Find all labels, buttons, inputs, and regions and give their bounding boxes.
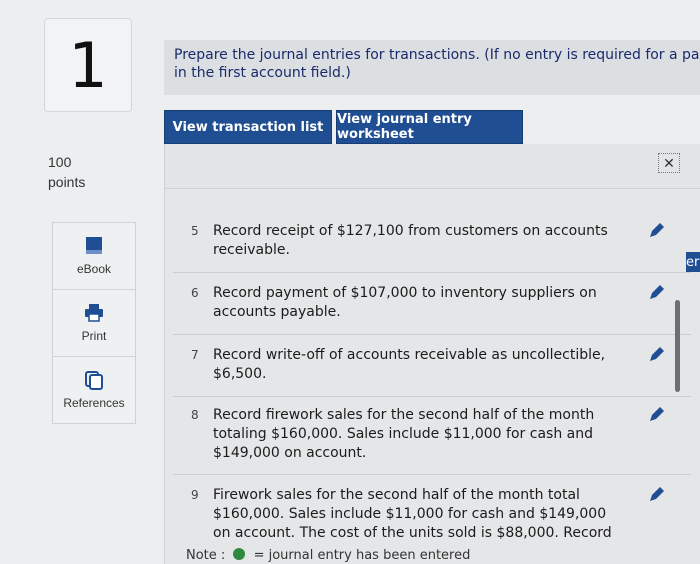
points-info: 100 points — [48, 152, 85, 192]
transaction-number: 7 — [191, 348, 199, 362]
ebook-button[interactable]: eBook — [53, 223, 135, 290]
ebook-label: eBook — [76, 262, 112, 276]
pencil-icon[interactable] — [647, 222, 665, 240]
references-icon — [85, 371, 103, 390]
references-label: References — [63, 396, 125, 410]
pencil-icon[interactable] — [647, 486, 665, 504]
view-transaction-list-button[interactable]: View transaction list — [164, 110, 332, 144]
transaction-text: Record receipt of $127,100 from customer… — [213, 223, 608, 258]
question-number: 1 — [44, 18, 132, 112]
transaction-number: 9 — [191, 488, 199, 502]
pencil-icon[interactable] — [647, 346, 665, 364]
transaction-number: 8 — [191, 408, 199, 422]
transaction-list-panel: ✕ 5 Record receipt of $127,100 from cust… — [164, 144, 700, 564]
view-journal-entry-worksheet-button[interactable]: View journal entry worksheet — [336, 110, 523, 144]
edge-tab[interactable]: er — [686, 252, 700, 272]
instructions-line-1: Prepare the journal entries for transact… — [174, 47, 700, 63]
transaction-text: Record firework sales for the second hal… — [213, 407, 595, 461]
panel-header: ✕ — [165, 144, 700, 189]
transaction-text: Firework sales for the second half of th… — [213, 487, 612, 541]
points-label: points — [48, 174, 86, 190]
pencil-icon[interactable] — [647, 406, 665, 424]
entered-dot-icon — [233, 548, 246, 560]
close-icon: ✕ — [663, 154, 675, 171]
close-button[interactable]: ✕ — [658, 153, 680, 173]
transaction-text: Record payment of $107,000 to inventory … — [213, 285, 597, 320]
scrollbar-thumb[interactable] — [675, 300, 680, 392]
references-button[interactable]: References — [53, 357, 135, 423]
instructions: Prepare the journal entries for transact… — [164, 40, 700, 95]
instructions-line-2: in the first account field.) — [174, 65, 351, 81]
book-icon — [86, 237, 102, 254]
transaction-number: 5 — [191, 224, 199, 238]
resource-sidebar: eBook Print References — [52, 222, 136, 424]
transaction-row[interactable]: 8 Record firework sales for the second h… — [173, 406, 691, 475]
transaction-row[interactable]: 7 Record write-off of accounts receivabl… — [173, 346, 691, 397]
points-value: 100 — [48, 154, 72, 170]
printer-icon — [85, 304, 103, 322]
pencil-icon[interactable] — [647, 284, 665, 302]
transaction-number: 6 — [191, 286, 199, 300]
print-button[interactable]: Print — [53, 290, 135, 357]
transaction-row[interactable]: 5 Record receipt of $127,100 from custom… — [173, 222, 691, 273]
transaction-row[interactable]: 6 Record payment of $107,000 to inventor… — [173, 284, 691, 335]
transaction-text: Record write-off of accounts receivable … — [213, 347, 606, 382]
print-label: Print — [81, 329, 107, 343]
